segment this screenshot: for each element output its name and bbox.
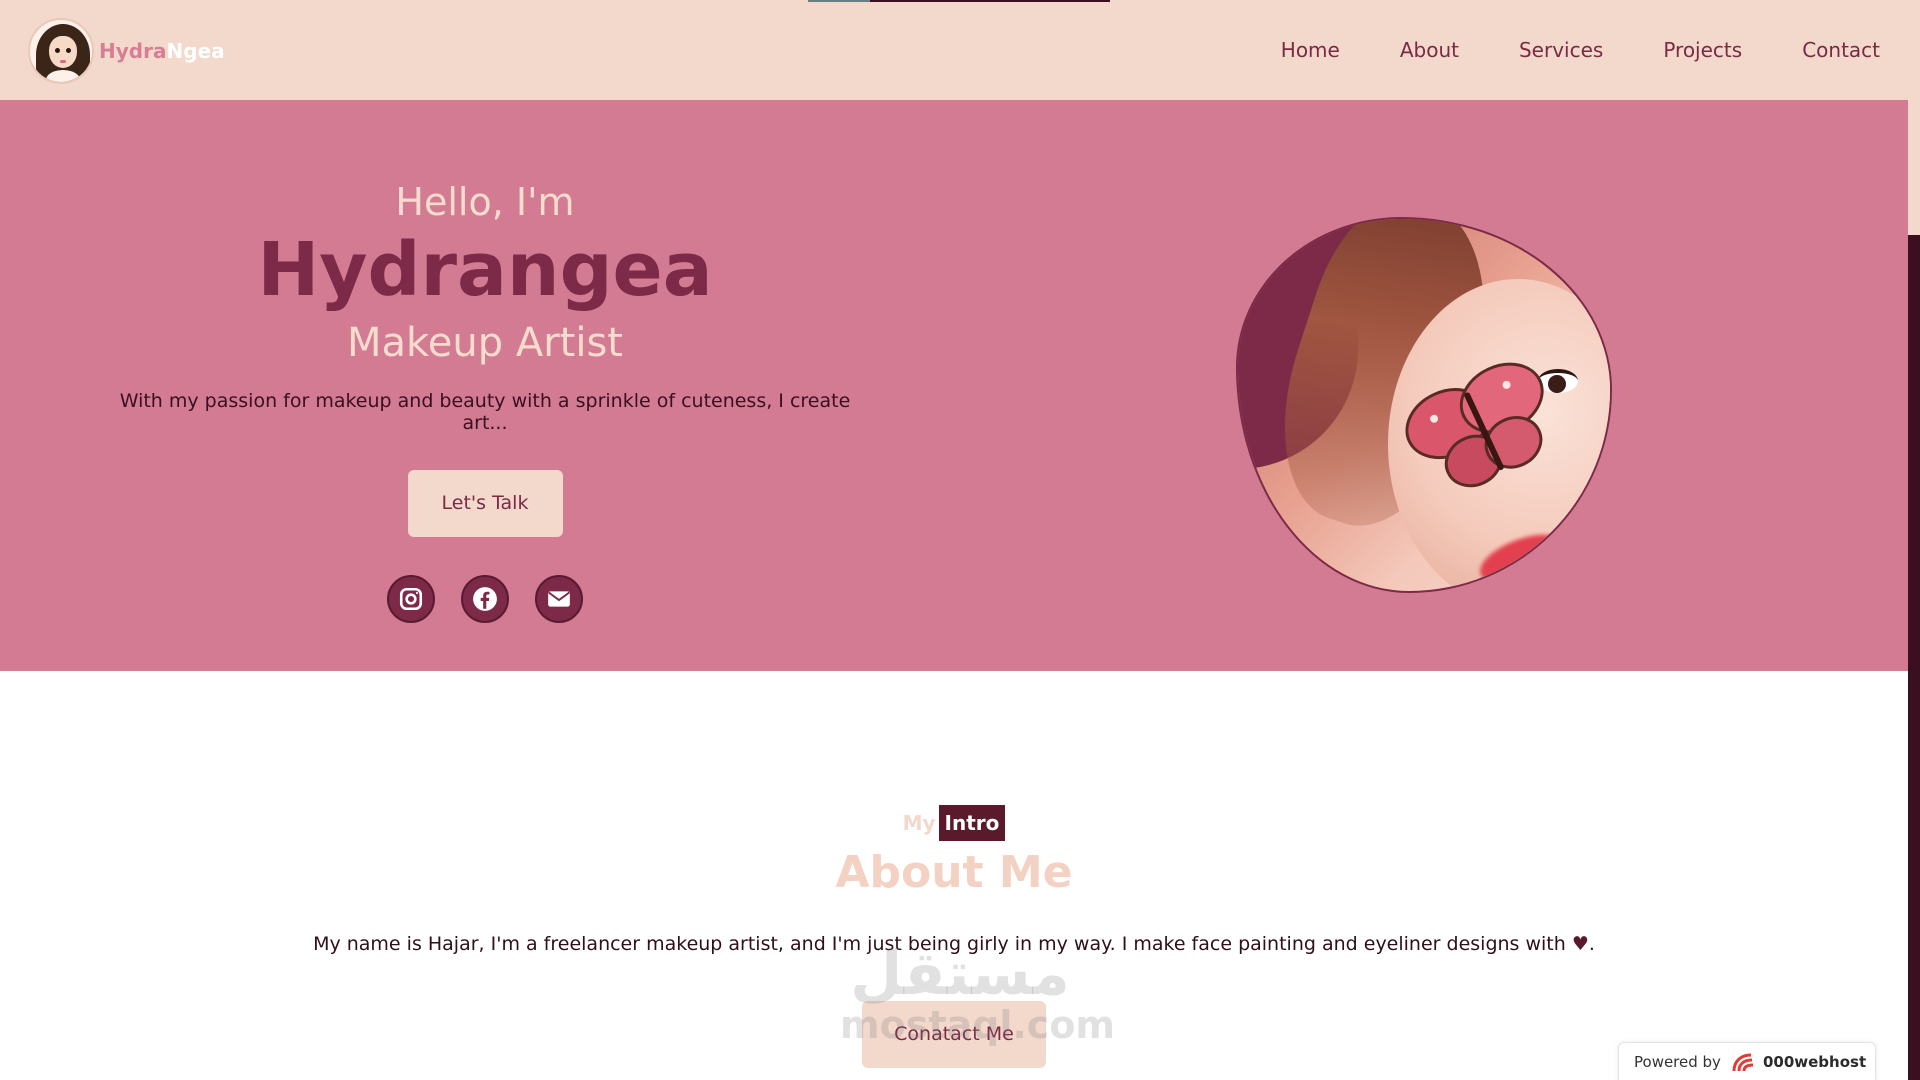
butterfly-icon	[1405, 362, 1544, 488]
hero-greeting: Hello, I'm	[395, 180, 575, 224]
powered-by-label: Powered by	[1634, 1053, 1721, 1071]
nav-projects[interactable]: Projects	[1663, 38, 1742, 62]
social-links	[100, 574, 870, 623]
instagram-icon[interactable]	[387, 574, 435, 623]
powered-by-badge[interactable]: Powered by 000webhost	[1618, 1042, 1876, 1080]
nav-services[interactable]: Services	[1519, 38, 1603, 62]
lets-talk-button[interactable]: Let's Talk	[407, 469, 563, 537]
about-text: My name is Hajar, I'm a freelancer makeu…	[313, 933, 1595, 955]
hero-role: Makeup Artist	[347, 319, 623, 366]
hero-tagline: With my passion for makeup and beauty wi…	[119, 389, 851, 434]
contact-me-button[interactable]: Conatact Me	[862, 1001, 1046, 1068]
navbar: HydraNgea Home About Services Projects C…	[0, 0, 1908, 100]
main-nav: Home About Services Projects Contact	[1281, 0, 1880, 100]
webhost-logo-icon	[1732, 1053, 1754, 1072]
profile-photo	[1236, 217, 1612, 593]
about-title: About Me	[835, 847, 1073, 898]
powered-by-name: 000webhost	[1762, 1053, 1867, 1071]
brand-name: HydraNgea	[99, 39, 225, 63]
section-intro: My Intro	[0, 805, 1908, 841]
intro-my: My	[902, 811, 936, 835]
scrollbar[interactable]	[1908, 0, 1920, 1080]
nav-home[interactable]: Home	[1281, 38, 1340, 62]
brand-logo[interactable]: HydraNgea	[28, 18, 225, 84]
facebook-icon[interactable]	[461, 574, 509, 623]
avatar-icon	[28, 18, 94, 84]
nav-contact[interactable]: Contact	[1802, 38, 1880, 62]
hero-section: Hello, I'm Hydrangea Makeup Artist With …	[0, 100, 1908, 671]
about-section: My Intro About Me My name is Hajar, I'm a…	[0, 671, 1908, 1080]
page-load-progress	[808, 0, 1110, 2]
intro-tag: Intro	[938, 805, 1006, 841]
nav-about[interactable]: About	[1400, 38, 1459, 62]
heart-icon: ♥	[1571, 933, 1589, 955]
envelope-icon[interactable]	[535, 574, 583, 623]
hero-text: Hello, I'm Hydrangea Makeup Artist With …	[100, 180, 870, 623]
hero-name: Hydrangea	[257, 227, 713, 313]
